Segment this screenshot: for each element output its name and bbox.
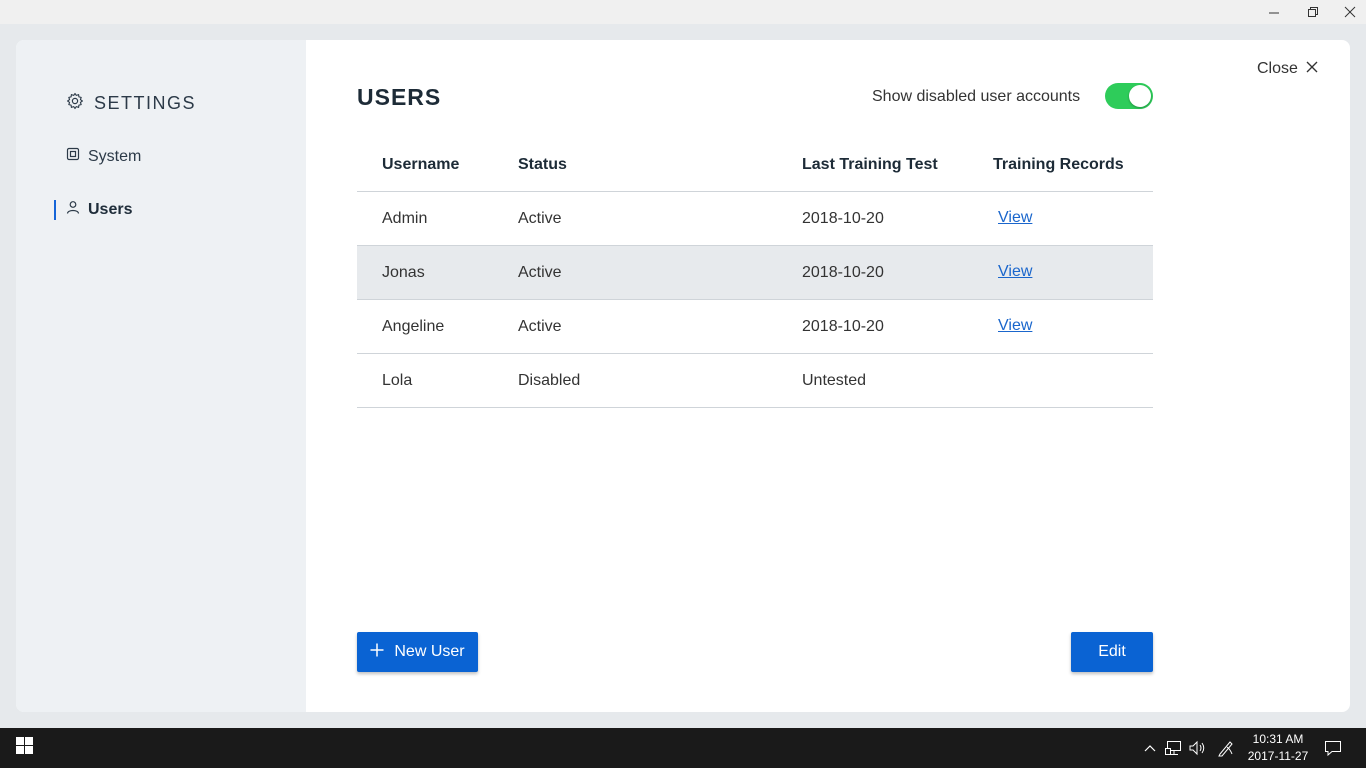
volume-icon[interactable] [1188,738,1208,758]
close-icon [1306,60,1318,78]
taskbar: 10:31 AM 2017-11-27 [0,728,1366,768]
edit-label: Edit [1098,643,1126,660]
edit-button[interactable]: Edit [1071,632,1153,672]
last-test-cell: 2018-10-20 [802,263,884,281]
new-user-label: New User [394,643,465,660]
status-cell: Active [518,317,562,335]
view-records-link[interactable]: View [998,209,1032,227]
main-content: USERS Show disabled user accounts Close … [306,40,1350,712]
network-icon[interactable] [1164,738,1184,758]
clock-date: 2017-11-27 [1247,749,1309,763]
view-records-link[interactable]: View [998,263,1032,281]
taskbar-clock[interactable]: 10:31 AM 2017-11-27 [1240,731,1316,765]
sidebar-item-users[interactable]: Users [66,200,132,219]
username-cell: Jonas [382,263,425,281]
table-header: Username Status Last Training Test Train… [357,138,1153,192]
sidebar: SETTINGS System Users [16,40,306,712]
start-button[interactable] [0,728,48,768]
pen-icon[interactable] [1216,738,1236,758]
sidebar-item-system[interactable]: System [66,147,141,166]
sidebar-title: SETTINGS [66,92,196,115]
active-nav-indicator [54,200,56,220]
plus-icon [370,643,384,662]
last-test-cell: Untested [802,371,867,389]
column-header-status: Status [518,155,567,173]
toggle-knob [1129,85,1151,107]
toggle-label: Show disabled user accounts [872,88,1081,105]
last-test-cell: 2018-10-20 [802,317,884,335]
close-label: Close [1257,60,1298,77]
status-cell: Disabled [518,371,581,389]
sidebar-item-label: Users [88,200,133,218]
minimize-icon[interactable] [1256,0,1292,24]
system-icon [66,147,80,166]
chevron-up-icon[interactable] [1140,738,1160,758]
table-row[interactable]: Lola Disabled Untested [357,354,1153,408]
table-row[interactable]: Angeline Active 2018-10-20 View [357,300,1153,354]
username-cell: Admin [382,209,428,227]
window-titlebar [0,0,1366,24]
column-header-records: Training Records [993,155,1124,173]
show-disabled-toggle[interactable] [1105,83,1153,109]
last-test-cell: 2018-10-20 [802,209,884,227]
username-cell: Angeline [382,317,445,335]
restore-icon[interactable] [1295,0,1331,24]
column-header-username: Username [382,155,460,173]
users-table: Username Status Last Training Test Train… [357,138,1153,408]
clock-time: 10:31 AM [1252,732,1304,746]
close-icon[interactable] [1332,0,1366,24]
page-title: USERS [357,84,442,110]
status-cell: Active [518,263,562,281]
table-row[interactable]: Admin Active 2018-10-20 View [357,192,1153,246]
username-cell: Lola [382,371,413,389]
table-row[interactable]: Jonas Active 2018-10-20 View [357,246,1153,300]
settings-title-label: SETTINGS [94,93,197,113]
notification-icon[interactable] [1323,738,1343,758]
status-cell: Active [518,209,562,227]
sidebar-item-label: System [88,147,142,165]
column-header-last-test: Last Training Test [802,155,938,173]
windows-icon [15,737,33,759]
settings-panel: SETTINGS System Users USERS Show disable… [16,40,1350,712]
gear-icon [66,92,84,115]
new-user-button[interactable]: New User [357,632,478,672]
view-records-link[interactable]: View [998,317,1032,335]
close-button[interactable]: Close [1257,60,1318,78]
user-icon [66,200,80,219]
